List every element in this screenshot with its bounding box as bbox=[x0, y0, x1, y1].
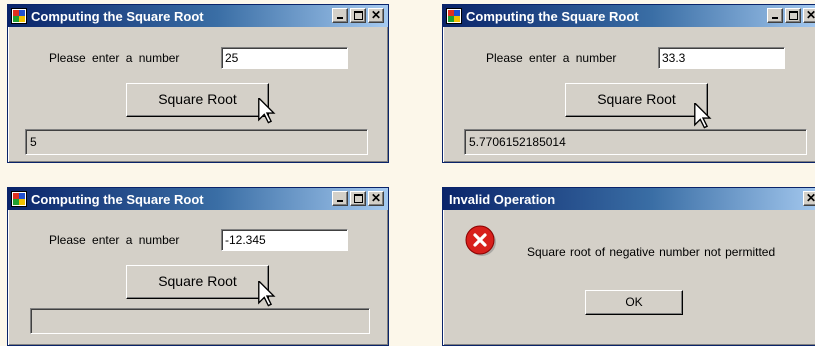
window-1: Computing the Square Root ✕ Please enter… bbox=[7, 4, 389, 163]
minimize-button[interactable] bbox=[332, 191, 348, 206]
title-bar[interactable]: Computing the Square Root ✕ bbox=[8, 188, 388, 210]
dialog-title-bar[interactable]: Invalid Operation ✕ bbox=[443, 188, 815, 210]
maximize-button[interactable] bbox=[350, 191, 366, 206]
prompt-label: Please enter a number bbox=[49, 51, 180, 65]
mouse-cursor-icon bbox=[258, 281, 276, 307]
maximize-button[interactable] bbox=[350, 8, 366, 23]
dialog-title: Invalid Operation bbox=[449, 191, 556, 207]
window-title: Computing the Square Root bbox=[31, 191, 204, 207]
prompt-label: Please enter a number bbox=[49, 233, 180, 247]
app-icon bbox=[446, 8, 462, 24]
mouse-cursor-icon bbox=[694, 103, 712, 129]
app-icon bbox=[11, 8, 27, 24]
window-2: Computing the Square Root ✕ Please enter… bbox=[442, 4, 815, 163]
app-icon bbox=[11, 191, 27, 207]
result-label: 5.7706152185014 bbox=[464, 129, 807, 155]
window-3: Computing the Square Root ✕ Please enter… bbox=[7, 187, 389, 346]
close-button[interactable]: ✕ bbox=[803, 191, 815, 206]
ok-button[interactable]: OK bbox=[585, 290, 683, 315]
window-title: Computing the Square Root bbox=[466, 8, 639, 24]
result-label: 5 bbox=[25, 129, 368, 155]
minimize-button[interactable] bbox=[767, 8, 783, 23]
maximize-button[interactable] bbox=[785, 8, 801, 23]
square-root-button[interactable]: Square Root bbox=[565, 83, 708, 117]
number-input[interactable]: -12.345 bbox=[221, 229, 348, 251]
close-button[interactable]: ✕ bbox=[368, 8, 384, 23]
close-button[interactable]: ✕ bbox=[368, 191, 384, 206]
title-bar[interactable]: Computing the Square Root ✕ bbox=[443, 5, 815, 27]
mouse-cursor-icon bbox=[258, 98, 276, 124]
number-input[interactable]: 33.3 bbox=[658, 47, 785, 69]
close-button[interactable]: ✕ bbox=[803, 8, 815, 23]
square-root-button[interactable]: Square Root bbox=[126, 265, 269, 299]
error-icon bbox=[465, 225, 496, 256]
square-root-button[interactable]: Square Root bbox=[126, 83, 269, 117]
number-input[interactable]: 25 bbox=[221, 47, 348, 69]
title-bar[interactable]: Computing the Square Root ✕ bbox=[8, 5, 388, 27]
minimize-button[interactable] bbox=[332, 8, 348, 23]
result-label bbox=[30, 308, 370, 334]
window-title: Computing the Square Root bbox=[31, 8, 204, 24]
prompt-label: Please enter a number bbox=[486, 51, 617, 65]
invalid-operation-dialog: Invalid Operation ✕ Square root of negat… bbox=[442, 187, 815, 346]
error-message: Square root of negative number not permi… bbox=[527, 245, 776, 259]
